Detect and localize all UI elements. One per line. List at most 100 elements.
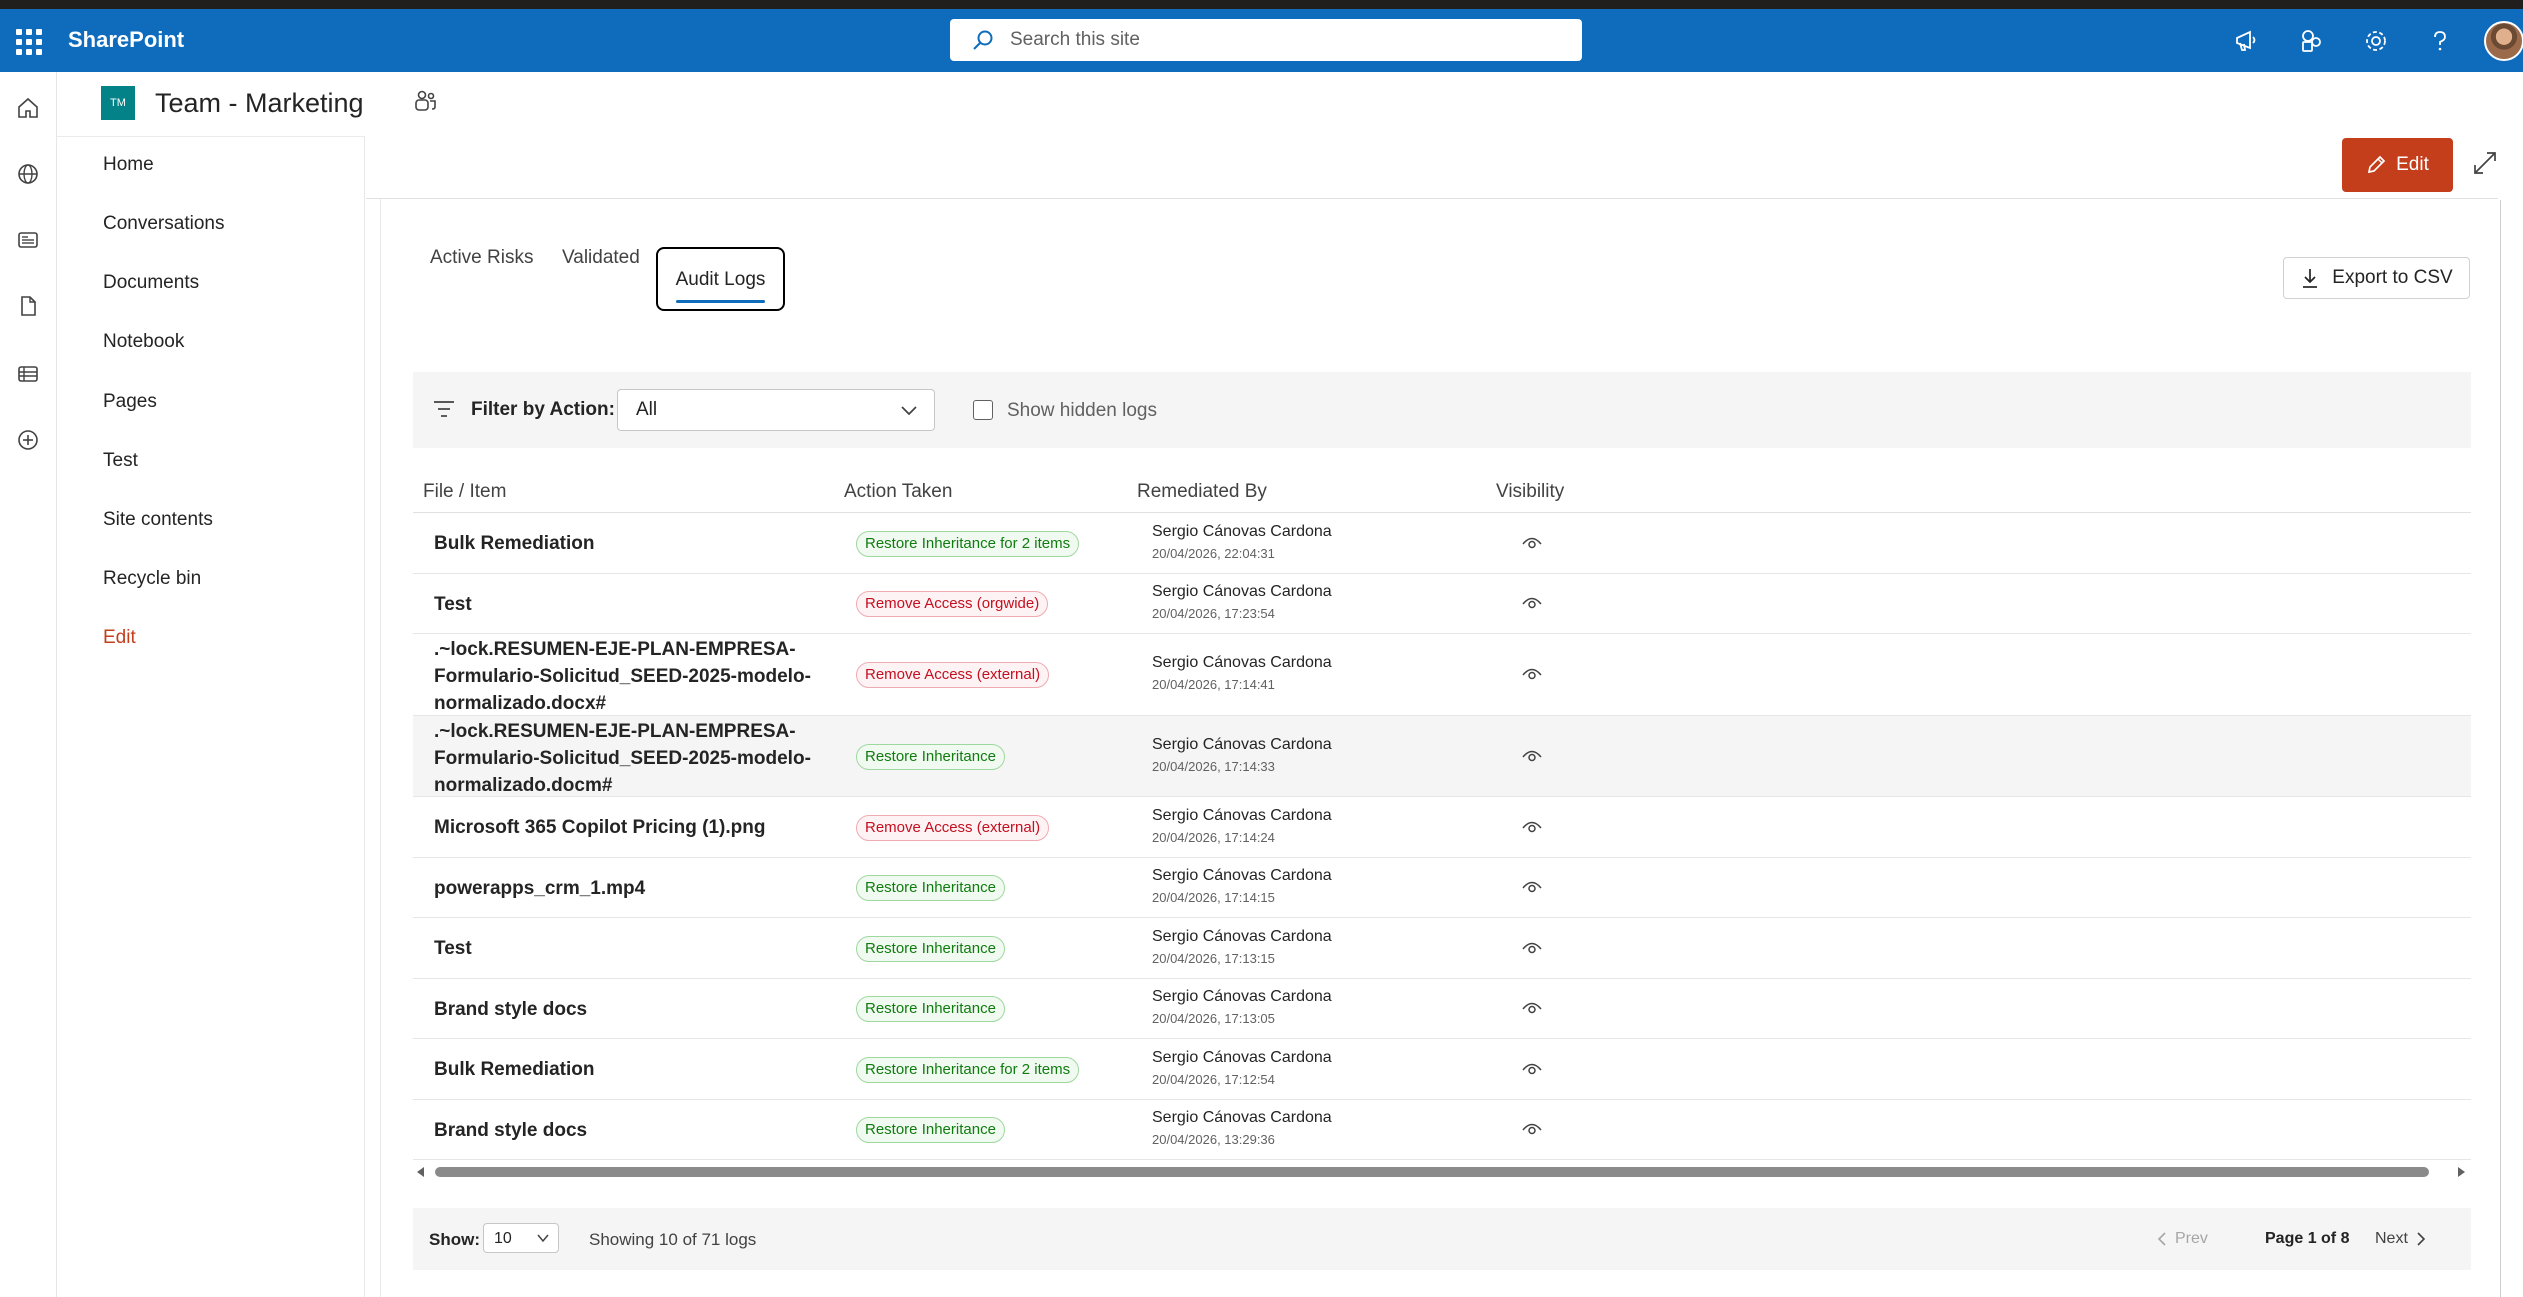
horizontal-scrollbar[interactable] <box>413 1162 2471 1182</box>
table-row[interactable]: Brand style docs Restore Inheritance Sergi… <box>413 1100 2471 1160</box>
col-file-item[interactable]: File / Item <box>423 481 506 503</box>
nav-item-documents[interactable]: Documents <box>103 272 199 294</box>
file-item-name: Bulk Remediation <box>434 1059 595 1080</box>
teams-icon[interactable] <box>411 88 439 121</box>
remediated-at-timestamp: 20/04/2026, 13:29:36 <box>1152 1132 1275 1147</box>
search-input[interactable] <box>1010 29 1530 51</box>
sharepoint-app-icon[interactable] <box>2296 25 2328 57</box>
show-hidden-checkbox[interactable] <box>973 400 993 420</box>
scroll-left-arrow-icon[interactable] <box>415 1166 427 1178</box>
table-row[interactable]: Bulk Remediation Restore Inheritance for … <box>413 1039 2471 1100</box>
eye-icon[interactable] <box>1522 819 1542 840</box>
site-title[interactable]: Team - Marketing <box>155 88 364 119</box>
action-badge: Restore Inheritance <box>856 996 1005 1022</box>
create-plus-icon[interactable] <box>12 424 44 456</box>
eye-icon[interactable] <box>1522 1121 1542 1142</box>
table-row[interactable]: Test Restore Inheritance Sergio Cánovas Ca… <box>413 918 2471 979</box>
edit-page-label: Edit <box>2396 154 2429 175</box>
tab-validated[interactable]: Validated <box>562 247 640 269</box>
help-icon[interactable] <box>2424 25 2456 57</box>
table-row[interactable]: .~lock.RESUMEN-EJE-PLAN-EMPRESA-Formular… <box>413 716 2471 797</box>
remediated-by-name: Sergio Cánovas Cardona <box>1152 736 1332 753</box>
eye-icon[interactable] <box>1522 1061 1542 1082</box>
globe-icon[interactable] <box>12 158 44 190</box>
remediated-by-name: Sergio Cánovas Cardona <box>1152 928 1332 945</box>
edit-page-button[interactable]: Edit <box>2342 138 2453 192</box>
eye-icon[interactable] <box>1522 595 1542 616</box>
chevron-down-icon <box>901 406 917 416</box>
tab-active-risks[interactable]: Active Risks <box>430 247 533 269</box>
prev-page-button[interactable]: Prev <box>2157 1230 2208 1248</box>
search-icon <box>973 30 993 50</box>
action-badge: Restore Inheritance <box>856 875 1005 901</box>
col-remediated-by[interactable]: Remediated By <box>1137 481 1267 503</box>
eye-icon[interactable] <box>1522 748 1542 769</box>
settings-gear-icon[interactable] <box>2360 25 2392 57</box>
document-icon[interactable] <box>12 290 44 322</box>
eye-icon[interactable] <box>1522 940 1542 961</box>
tab-audit-logs[interactable]: Audit Logs <box>656 247 785 311</box>
horizontal-scroll-thumb[interactable] <box>435 1167 2429 1177</box>
table-row[interactable]: powerapps_crm_1.mp4 Restore Inheritance Se… <box>413 858 2471 918</box>
table-row[interactable]: Microsoft 365 Copilot Pricing (1).png Rem… <box>413 797 2471 858</box>
pencil-icon <box>2368 155 2386 174</box>
next-page-button[interactable]: Next <box>2375 1230 2426 1248</box>
table-row[interactable]: Bulk Remediation Restore Inheritance for … <box>413 513 2471 574</box>
home-icon[interactable] <box>12 92 44 124</box>
action-badge: Restore Inheritance <box>856 936 1005 962</box>
export-csv-button[interactable]: Export to CSV <box>2283 257 2470 299</box>
remediated-by-name: Sergio Cánovas Cardona <box>1152 988 1332 1005</box>
nav-item-conversations[interactable]: Conversations <box>103 213 224 235</box>
window-top-strip <box>0 0 2523 9</box>
nav-edit-link[interactable]: Edit <box>103 627 136 649</box>
show-hidden-label[interactable]: Show hidden logs <box>1007 400 1157 422</box>
col-action-taken[interactable]: Action Taken <box>844 481 952 503</box>
page-scroll-track[interactable] <box>2500 200 2501 1297</box>
action-filter-dropdown[interactable]: All <box>617 389 935 431</box>
eye-icon[interactable] <box>1522 535 1542 556</box>
action-badge: Restore Inheritance <box>856 744 1005 770</box>
remediated-by-name: Sergio Cánovas Cardona <box>1152 654 1332 671</box>
remediated-at-timestamp: 20/04/2026, 17:13:05 <box>1152 1011 1275 1026</box>
remediated-by-name: Sergio Cánovas Cardona <box>1152 583 1332 600</box>
nav-item-site-contents[interactable]: Site contents <box>103 509 213 531</box>
table-row[interactable]: Test Remove Access (orgwide) Sergio Cánova… <box>413 574 2471 634</box>
remediated-at-timestamp: 20/04/2026, 22:04:31 <box>1152 546 1275 561</box>
remediated-by-name: Sergio Cánovas Cardona <box>1152 807 1332 824</box>
app-name[interactable]: SharePoint <box>68 27 184 53</box>
eye-icon[interactable] <box>1522 1000 1542 1021</box>
scroll-right-arrow-icon[interactable] <box>2455 1166 2467 1178</box>
page-size-dropdown[interactable]: 10 <box>483 1223 559 1253</box>
app-launcher-icon[interactable] <box>14 27 42 55</box>
nav-item-pages[interactable]: Pages <box>103 391 157 413</box>
search-box[interactable] <box>950 19 1582 61</box>
table-row[interactable]: .~lock.RESUMEN-EJE-PLAN-EMPRESA-Formular… <box>413 634 2471 716</box>
megaphone-icon[interactable] <box>2231 25 2263 57</box>
file-item-name: Test <box>434 594 472 615</box>
nav-item-test[interactable]: Test <box>103 450 138 472</box>
app-bar <box>0 72 57 1297</box>
nav-item-home[interactable]: Home <box>103 154 154 176</box>
next-page-label: Next <box>2375 1230 2408 1247</box>
remediated-by-name: Sergio Cánovas Cardona <box>1152 1049 1332 1066</box>
news-icon[interactable] <box>12 224 44 256</box>
file-item-name: powerapps_crm_1.mp4 <box>434 878 646 899</box>
user-avatar[interactable] <box>2484 21 2523 61</box>
file-item-name: Test <box>434 938 472 959</box>
eye-icon[interactable] <box>1522 879 1542 900</box>
file-item-name: Brand style docs <box>434 1120 588 1141</box>
remediated-at-timestamp: 20/04/2026, 17:14:15 <box>1152 890 1275 905</box>
file-item-name: Brand style docs <box>434 999 588 1020</box>
remediated-at-timestamp: 20/04/2026, 17:14:33 <box>1152 759 1275 774</box>
file-item-name: Microsoft 365 Copilot Pricing (1).png <box>434 817 766 838</box>
table-row[interactable]: Brand style docs Restore Inheritance Sergi… <box>413 979 2471 1039</box>
eye-icon[interactable] <box>1522 666 1542 687</box>
action-filter-value: All <box>636 399 658 420</box>
expand-fullscreen-icon[interactable] <box>2472 150 2498 181</box>
lists-icon[interactable] <box>12 358 44 390</box>
col-visibility[interactable]: Visibility <box>1496 481 1564 503</box>
command-bar: Edit <box>366 136 2523 198</box>
nav-item-notebook[interactable]: Notebook <box>103 331 184 353</box>
site-logo[interactable]: TM <box>101 86 135 120</box>
nav-item-recycle-bin[interactable]: Recycle bin <box>103 568 201 590</box>
